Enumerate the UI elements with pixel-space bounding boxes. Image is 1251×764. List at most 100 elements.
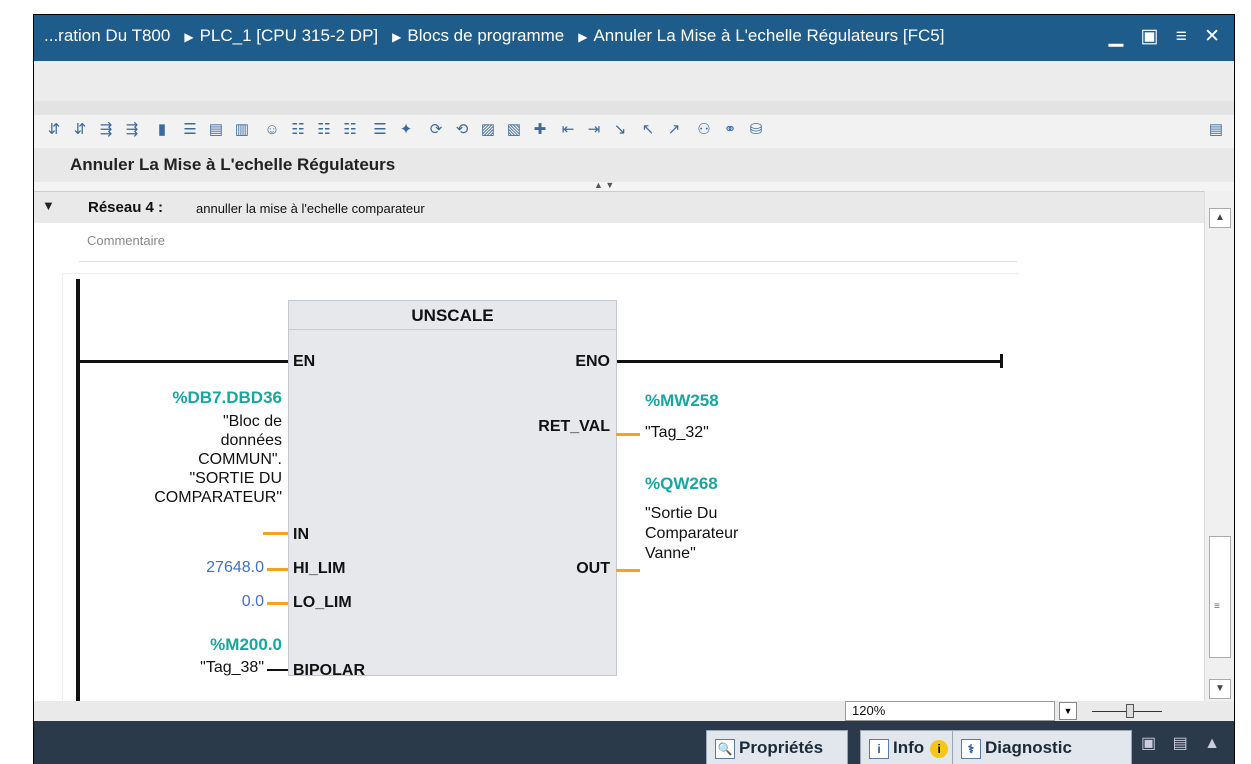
ret-val-operand-tag[interactable]: "Tag_32" (645, 424, 709, 442)
scroll-grip-icon: ≡ (1214, 601, 1220, 612)
scroll-up-icon[interactable]: ▲ (1209, 208, 1231, 228)
vertical-scrollbar[interactable]: ▲ ≡ ▼ (1204, 191, 1234, 701)
split-handle-icon[interactable]: ▲ ▼ (594, 180, 614, 190)
comment-field[interactable]: Commentaire (79, 231, 1017, 262)
ret-val-connector (616, 433, 640, 436)
toolbar-tool-icon[interactable]: ▮ (152, 120, 172, 140)
out-tag-line: "Sortie Du (645, 505, 718, 522)
en-wire (80, 360, 288, 363)
block-title-bar: Annuler La Mise à L'echelle Régulateurs (34, 148, 1234, 182)
toolbar-tool-icon[interactable]: ↘ (610, 120, 630, 140)
toolbar-tool-icon[interactable]: ⇶ (122, 120, 142, 140)
inspector-bar: 🔍 Propriétés i Info i ⚕ Diagnostic ▣ ▤ ▲ (34, 721, 1234, 764)
tab-diagnostic[interactable]: ⚕ Diagnostic (952, 730, 1132, 764)
collapse-network-icon[interactable]: ▼ (42, 198, 55, 213)
toolbar-tool-icon[interactable]: ☺ (262, 120, 282, 140)
in-tag-line: données (220, 432, 282, 449)
zoom-value: 120% (852, 703, 886, 718)
network-label: Réseau 4 : (88, 199, 164, 216)
pin-eno: ENO (575, 353, 610, 370)
in-operand-tag[interactable]: "Bloc de données COMMUN". "SORTIE DU COM… (154, 412, 282, 507)
comment-placeholder: Commentaire (87, 233, 166, 248)
in-tag-line: COMPARATEUR" (154, 489, 282, 506)
toolbar-tool-icon[interactable]: ☰ (180, 120, 200, 140)
block-title: Annuler La Mise à L'echelle Régulateurs (70, 155, 396, 174)
toolbar-separator (34, 101, 1234, 115)
toolbar-tool-icon[interactable]: ⟳ (426, 120, 446, 140)
tab-properties[interactable]: 🔍 Propriétés (706, 730, 848, 764)
breadcrumb-separator-icon: ▶ (578, 29, 588, 44)
toolbar-tool-icon[interactable]: ⚭ (720, 120, 740, 140)
empty-toolbar-area (34, 61, 1234, 102)
hi-lim-value[interactable]: 27648.0 (206, 559, 264, 577)
in-connector (263, 532, 288, 535)
in-tag-line: "Bloc de (222, 413, 282, 430)
breadcrumb-program-blocks[interactable]: Blocs de programme (407, 26, 564, 45)
out-operand-address[interactable]: %QW268 (645, 474, 718, 494)
hi-lim-connector (267, 568, 288, 571)
eno-wire-end (1000, 354, 1003, 368)
toolbar-tool-icon[interactable]: ☷ (314, 120, 334, 140)
toolbar-tool-icon[interactable]: ▨ (478, 120, 498, 140)
window-controls[interactable]: ▁ ▣ ≡ ✕ (1109, 25, 1226, 48)
diagnostic-icon: ⚕ (961, 738, 981, 759)
toolbar-tool-icon[interactable]: ⟲ (452, 120, 472, 140)
toolbar-tool-icon[interactable]: ⚇ (694, 120, 714, 140)
toolbar-tool-icon[interactable]: ⇵ (44, 120, 64, 140)
out-tag-line: Vanne" (645, 545, 696, 562)
toolbar-tool-icon[interactable]: ⇤ (558, 120, 578, 140)
pin-bipolar: BIPOLAR (293, 662, 365, 679)
in-tag-line: "SORTIE DU (189, 470, 282, 487)
in-operand-address[interactable]: %DB7.DBD36 (172, 388, 282, 408)
inspector-controls[interactable]: ▣ ▤ ▲ (1141, 733, 1226, 753)
pin-en: EN (293, 353, 316, 370)
ladder-editor: Commentaire UNSCALE EN IN HI_LIM LO_LIM … (34, 223, 1204, 702)
bipolar-operand-address[interactable]: %M200.0 (210, 635, 282, 655)
tab-properties-label: Propriétés (739, 738, 824, 757)
toolbar-tool-icon[interactable]: ⇶ (96, 120, 116, 140)
tab-info-label: Info (893, 738, 925, 757)
toolbar-tool-icon[interactable]: ☰ (370, 120, 390, 140)
toolbar-tool-icon[interactable]: ↖ (638, 120, 658, 140)
power-rail (76, 279, 80, 701)
lo-lim-value[interactable]: 0.0 (242, 593, 264, 611)
toolbar-tool-icon[interactable]: ✚ (530, 120, 550, 140)
toolbar-tool-icon[interactable]: ▤ (206, 120, 226, 140)
toolbar-panel-icon[interactable]: ▤ (1206, 120, 1226, 140)
zoom-slider-knob[interactable] (1126, 704, 1134, 718)
zoom-dropdown-icon[interactable]: ▼ (1059, 702, 1077, 720)
breadcrumb-block[interactable]: Annuler La Mise à L'echelle Régulateurs … (593, 26, 944, 45)
zoom-bar: 120% ▼ (34, 701, 1234, 721)
out-operand-tag[interactable]: "Sortie Du Comparateur Vanne" (645, 504, 738, 564)
editor-window: ...ration Du T800 ▶ PLC_1 [CPU 315-2 DP] ▶ B… (33, 14, 1235, 764)
network-comment[interactable]: annuller la mise à l'echelle comparateur (196, 201, 425, 216)
bipolar-connector (267, 669, 288, 671)
tab-info[interactable]: i Info i (860, 730, 958, 764)
toolbar-tool-icon[interactable]: ⇵ (70, 120, 90, 140)
zoom-select[interactable]: 120% (845, 701, 1055, 721)
breadcrumb-separator-icon: ▶ (392, 29, 402, 44)
editor-toolbar: ⇵ ⇵ ⇶ ⇶ ▮ ☰ ▤ ▥ ☺ ☷ ☷ ☷ ☰ ✦ ⟳ ⟲ ▨ ▧ ✚ ⇤ ⇥ ↘ ↖ ↗ ⚇ ⚭ ⛁ ▤ (34, 115, 1234, 147)
toolbar-tool-icon[interactable]: ☷ (340, 120, 360, 140)
pin-hi-lim: HI_LIM (293, 560, 346, 577)
function-block-name: UNSCALE (411, 306, 494, 325)
title-bar: ...ration Du T800 ▶ PLC_1 [CPU 315-2 DP] ▶ B… (34, 15, 1234, 61)
toolbar-tool-icon[interactable]: ✦ (396, 120, 416, 140)
in-tag-line: COMMUN". (198, 451, 282, 468)
function-block-header: UNSCALE (289, 301, 616, 330)
scroll-down-icon[interactable]: ▼ (1209, 679, 1231, 699)
unscale-function-block[interactable]: UNSCALE EN IN HI_LIM LO_LIM BIPOLAR ENO … (288, 300, 617, 679)
toolbar-tool-icon[interactable]: ⛁ (746, 120, 766, 140)
properties-icon: 🔍 (715, 738, 735, 759)
ret-val-operand-address[interactable]: %MW258 (645, 391, 719, 411)
breadcrumb-plc[interactable]: PLC_1 [CPU 315-2 DP] (200, 26, 379, 45)
breadcrumb-project[interactable]: ...ration Du T800 (44, 26, 170, 45)
lo-lim-connector (267, 602, 288, 605)
scroll-thumb[interactable] (1209, 536, 1231, 658)
toolbar-tool-icon[interactable]: ▥ (232, 120, 252, 140)
toolbar-tool-icon[interactable]: ☷ (288, 120, 308, 140)
toolbar-tool-icon[interactable]: ⇥ (584, 120, 604, 140)
bipolar-operand-tag[interactable]: "Tag_38" (200, 659, 264, 677)
toolbar-tool-icon[interactable]: ▧ (504, 120, 524, 140)
toolbar-tool-icon[interactable]: ↗ (664, 120, 684, 140)
